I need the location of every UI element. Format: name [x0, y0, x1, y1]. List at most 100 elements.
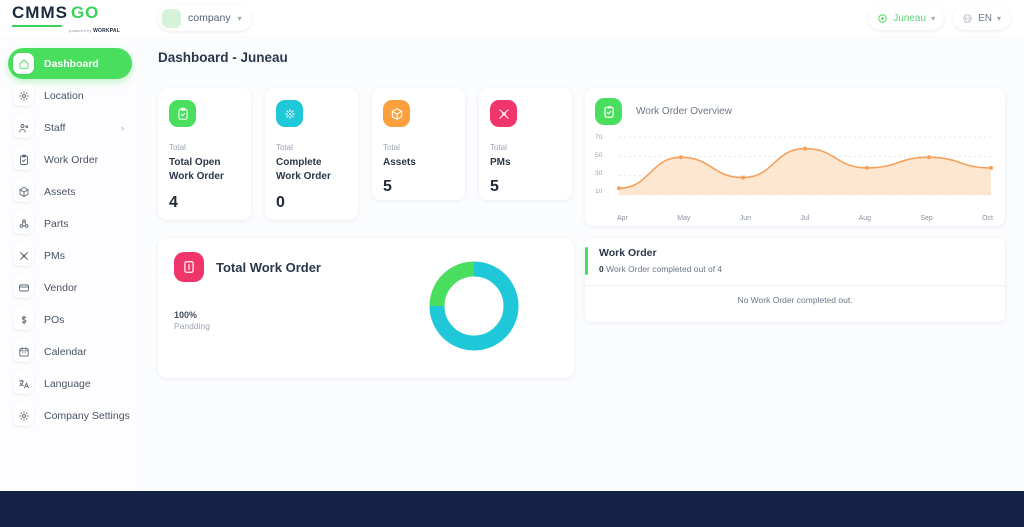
sidebar-item-parts[interactable]: Parts	[8, 208, 132, 239]
work-order-panel: Work Order 0 Work Order completed out of…	[585, 238, 1005, 322]
work-order-panel-title: Work Order	[599, 247, 657, 259]
stat-card-icon	[383, 100, 410, 127]
sidebar-item-staff[interactable]: Staff ›	[8, 112, 132, 143]
donut-legend-percent: 100%	[174, 310, 198, 320]
donut-chart	[424, 256, 524, 361]
stat-card-value: 0	[276, 194, 285, 211]
x-tick-label: Apr	[617, 215, 628, 222]
x-tick-label: Aug	[858, 215, 872, 222]
sidebar-item-label: Work Order	[44, 153, 99, 166]
sidebar-item-label: Parts	[44, 217, 69, 230]
area-chart: 70 50 30 10	[595, 134, 995, 213]
cube-icon	[391, 107, 402, 120]
stat-card-assets[interactable]: Total Assets 5	[372, 88, 465, 200]
donut-chart-svg	[429, 261, 519, 351]
logo-accent-text: GO	[70, 2, 100, 22]
stat-card-title: Assets	[383, 157, 416, 168]
translate-icon	[18, 379, 29, 388]
sparkle-icon	[284, 108, 295, 119]
stat-card-complete-work-order[interactable]: Total Complete Work Order 0	[265, 88, 358, 220]
language-selector-label: EN	[978, 12, 992, 24]
work-order-empty-message: No Work Order completed out.	[737, 295, 853, 305]
area-chart-svg	[617, 136, 993, 196]
sidebar-item-label: Vendor	[44, 281, 78, 294]
clipboard-icon	[19, 154, 28, 165]
stat-card-title: PMs	[490, 157, 511, 168]
total-work-order-title: Total Work Order	[216, 259, 321, 275]
logo-primary-text: CMMS	[12, 2, 68, 22]
divider	[585, 285, 1005, 286]
card-icon	[18, 284, 29, 291]
sidebar-item-label: PMs	[44, 249, 65, 262]
gear-icon-wrapper	[13, 405, 34, 426]
sidebar-item-assets[interactable]: Assets	[8, 176, 132, 207]
main-content: Dashboard - Juneau Total Total Open Work …	[140, 36, 1024, 491]
y-tick-70: 70	[595, 134, 603, 141]
users-icon-wrapper	[13, 117, 34, 138]
sidebar-item-label: Company Settings	[44, 409, 130, 422]
sidebar-item-work-order[interactable]: Work Order	[8, 144, 132, 175]
company-selector-label: company	[188, 12, 231, 24]
location-selector[interactable]: Juneau ▾	[868, 6, 945, 30]
parts-icon-wrapper	[13, 213, 34, 234]
total-work-order-icon	[174, 252, 204, 282]
location-target-icon	[878, 13, 887, 23]
logo-tagline-brand: WORKPAL	[93, 27, 120, 34]
app-logo[interactable]: CMMS GO powered by WORKPAL	[0, 3, 140, 34]
sidebar-item-label: Language	[44, 377, 91, 390]
gear-icon-wrapper	[13, 85, 34, 106]
stat-card-sublabel: Total	[276, 143, 293, 152]
sidebar: Dashboard Location Staff › Work Order Assets P…	[0, 36, 140, 491]
stat-card-title: Total Open Work Order	[169, 157, 224, 182]
sidebar-item-location[interactable]: Location	[8, 80, 132, 111]
y-tick-50: 50	[595, 152, 603, 159]
company-selector[interactable]: company ▾	[158, 5, 252, 31]
stat-card-pms[interactable]: Total PMs 5	[479, 88, 572, 200]
work-order-summary-rest: Work Order completed out of 4	[603, 264, 723, 274]
work-order-overview-icon	[595, 98, 622, 125]
sidebar-item-label: POs	[44, 313, 65, 326]
globe-icon	[963, 13, 972, 23]
chevron-down-icon: ▾	[931, 13, 936, 23]
y-tick-10: 10	[595, 188, 603, 195]
sidebar-item-label: Assets	[44, 185, 76, 198]
x-tick-label: Oct	[982, 215, 993, 222]
calendar-icon	[18, 346, 29, 357]
footer-bar	[0, 491, 1024, 527]
stat-card-icon	[169, 100, 196, 127]
language-selector[interactable]: EN ▾	[953, 6, 1010, 30]
chevron-right-icon: ›	[121, 122, 124, 133]
sidebar-item-dashboard[interactable]: Dashboard	[8, 48, 132, 79]
sidebar-item-label: Dashboard	[44, 57, 99, 70]
chart-icon	[184, 261, 194, 273]
stat-card-sublabel: Total	[490, 143, 507, 152]
stat-card-sublabel: Total	[383, 143, 400, 152]
stat-card-icon	[490, 100, 517, 127]
wrench-icon	[498, 108, 509, 119]
users-icon	[18, 123, 28, 132]
card-icon-wrapper	[13, 277, 34, 298]
location-selector-label: Juneau	[893, 12, 927, 24]
donut-legend-label: Pandding	[174, 321, 210, 331]
sidebar-item-pms[interactable]: PMs	[8, 240, 132, 271]
stat-card-total-open-work-order[interactable]: Total Total Open Work Order 4	[158, 88, 251, 220]
x-tick-label: Jul	[800, 215, 810, 222]
gear-icon	[18, 90, 29, 101]
top-bar-right-group: Juneau ▾ EN ▾	[868, 6, 1024, 30]
sidebar-item-language[interactable]: Language	[8, 368, 132, 399]
area-chart-x-axis: Apr May Jun Jul Aug Sep Oct	[595, 213, 995, 222]
sidebar-item-label: Staff	[44, 121, 66, 134]
work-order-overview-title: Work Order Overview	[636, 106, 732, 117]
sidebar-item-calendar[interactable]: Calendar	[8, 336, 132, 367]
translate-icon-wrapper	[13, 373, 34, 394]
sidebar-item-company-settings[interactable]: Company Settings	[8, 400, 132, 431]
home-icon	[19, 59, 28, 69]
page-title: Dashboard - Juneau	[158, 50, 288, 65]
x-tick-label: May	[677, 215, 691, 222]
sidebar-item-vendor[interactable]: Vendor	[8, 272, 132, 303]
x-tick-label: Sep	[920, 215, 933, 222]
x-tick-label: Jun	[739, 215, 752, 222]
sidebar-item-pos[interactable]: POs	[8, 304, 132, 335]
work-order-panel-summary: 0 Work Order completed out of 4	[599, 264, 1005, 274]
dollar-icon-wrapper	[13, 309, 34, 330]
